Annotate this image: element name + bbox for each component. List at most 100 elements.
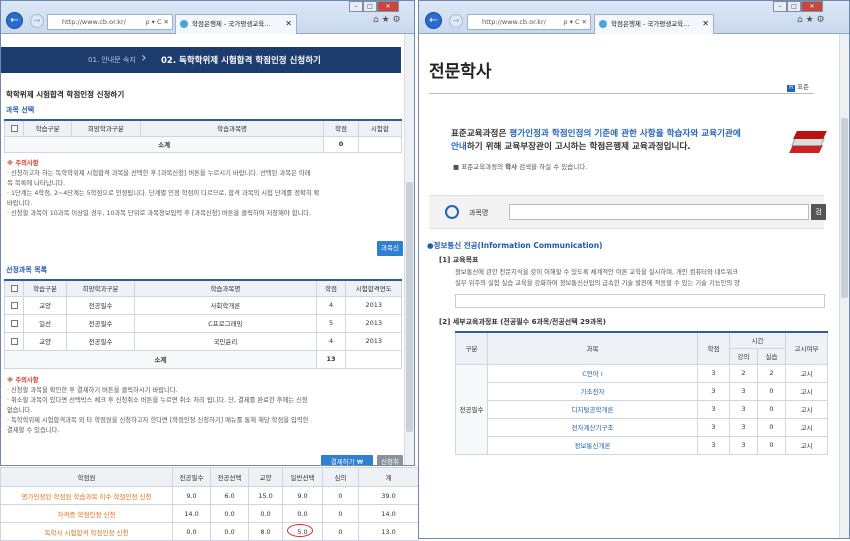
cell-value: 39.0 [358,486,419,505]
col-header: 시험합 [357,119,403,137]
left-browser-chrome: – □ ✕ ← → http://www.cb.or.kr/ ρ ▾ C ✕ 학… [1,1,414,34]
col-header: 일반선택 [282,467,323,487]
gear-icon[interactable]: ⚙ [393,15,401,25]
address-bar[interactable]: http://www.cb.or.kr/ ρ ▾ C ✕ [47,14,173,30]
address-controls[interactable]: ρ ▾ C ✕ [563,15,587,29]
forward-button[interactable]: → [30,14,44,28]
browser-tab[interactable]: 학점은행제 - 국가평생교육... ✕ [594,14,714,34]
col-header: 과목 [487,331,698,365]
home-icon[interactable]: ⌂ [373,15,379,25]
col-header: 학점 [697,331,730,365]
breadcrumb-text[interactable]: 표준 [797,83,809,91]
col-header: 시간 [729,331,786,349]
cell-lab: 0 [757,435,786,455]
cancel-application-button[interactable]: 신청취 [377,455,403,465]
maximize-button[interactable]: □ [787,1,801,12]
right-scrollbar[interactable] [839,34,849,538]
col-header: 심의 [322,467,359,487]
tab-favicon-icon [599,20,607,28]
goal-text: 정보통신에 관한 전문지식을 갖이 이해할 수 있도록 체계적인 이론 교육을 … [455,267,825,289]
row-checkbox[interactable] [10,337,18,345]
col-header: 학습구분 [23,119,72,137]
course-link[interactable]: C언어 I [487,363,698,383]
subtotal-value: 13 [315,349,347,369]
left-scrollbar[interactable] [404,34,414,465]
notice-line: 바랍니다. [7,200,33,207]
sub-header: 강의 [729,347,758,365]
header-checkbox-cell [3,119,25,137]
gear-icon[interactable]: ⚙ [817,15,825,25]
maximize-button[interactable]: □ [363,1,377,12]
row-checkbox[interactable] [10,301,18,309]
col-header: 전공선택 [210,467,249,487]
search-button[interactable]: 검 [811,204,826,220]
cell-lab: 0 [757,381,786,401]
tab-close-icon[interactable]: ✕ [702,15,709,33]
back-button[interactable]: ← [425,12,442,29]
breadcrumb-home-icon[interactable]: H [787,85,795,92]
cell-lab: 2 [757,363,786,383]
intro-part: 표준교육과정은 [451,129,510,139]
notice-line: 없습니다. [7,407,33,414]
note-part: ■ 표준교육과정의 [453,163,506,171]
select-all-checkbox[interactable] [10,284,18,292]
cell-value: 8.0 [248,522,283,541]
cell-credit: 4 [315,331,347,351]
cell-value: 0.0 [248,504,283,523]
divider [429,93,814,94]
col-header: 학점 [315,279,347,297]
address-bar[interactable]: http://www.cb.or.kr/ ρ ▾ C ✕ [467,14,591,30]
star-icon[interactable]: ★ [806,15,814,25]
col-header: 학점원 [0,467,173,487]
apply-course-button[interactable]: 과목신 [377,241,403,256]
cell-notice: 고시 [785,435,828,455]
cell-dept: 전공필수 [65,331,136,351]
cell-value: 0.0 [210,522,249,541]
select-all-checkbox[interactable] [10,124,18,132]
cell-value: 6.0 [210,486,249,505]
subtotal-label: 소계 [3,135,325,153]
col-header: 고시여부 [785,331,828,365]
forward-button[interactable]: → [449,14,463,28]
source-link[interactable]: 평가인정된 학점원 학습과목 이수 학점인정 신청 [0,486,173,505]
step-navigation: 01. 안내문 숙지 › 02. 독학학위제 시험합격 학점인정 신청하기 [1,47,401,73]
source-link[interactable]: 독학사 시험합격 학점인정 신청 [0,522,173,541]
search-input[interactable] [509,204,809,220]
course-link[interactable]: 기초전자 [487,381,698,401]
notice-line: 결제할 수 있습니다. [7,427,60,434]
cell-year: 2013 [345,331,402,351]
course-link[interactable]: 정보통신개론 [487,435,698,455]
course-link[interactable]: 전자계산기구조 [487,417,698,437]
source-link[interactable]: 자격증 학점인정 신청 [0,504,173,523]
cell-type: 교양 [23,331,67,351]
pay-button[interactable]: 결제하기 ₩ [321,455,373,465]
course-link[interactable]: 디지털공학개론 [487,399,698,419]
star-icon[interactable]: ★ [382,15,390,25]
cell-credit: 3 [697,381,730,401]
address-controls[interactable]: ρ ▾ C ✕ [145,15,169,29]
step-2[interactable]: 02. 독학학위제 시험합격 학점인정 신청하기 [161,54,321,66]
scrollbar-thumb[interactable] [406,182,413,432]
table-row: 교양 전공필수 국민윤리 4 2013 [3,331,402,351]
cell-dept: 전공필수 [65,313,136,333]
row-checkbox[interactable] [10,319,18,327]
notice-title: ※ 주의사항 [7,377,39,384]
cell-value: 0.0 [210,504,249,523]
step-1[interactable]: 01. 안내문 숙지 [88,55,136,65]
close-window-button[interactable]: ✕ [801,1,823,12]
back-button[interactable]: ← [6,12,23,29]
minimize-button[interactable]: – [349,1,363,12]
col-header: 계 [358,467,419,487]
table-row: 전자계산기구조 3 3 0 고시 [456,417,828,437]
home-icon[interactable]: ⌂ [797,15,803,25]
window-buttons: – □ ✕ [349,1,399,12]
tab-close-icon[interactable]: ✕ [285,15,292,33]
minimize-button[interactable]: – [773,1,787,12]
close-window-button[interactable]: ✕ [377,1,399,12]
browser-tab[interactable]: 학점은행제 - 국가평생교육... ✕ [175,14,297,34]
sub-header: 실습 [757,347,786,365]
cell-value: 14.0 [358,504,419,523]
cell-lecture: 2 [729,363,758,383]
cell-lecture: 3 [729,435,758,455]
scrollbar-thumb[interactable] [841,118,848,298]
